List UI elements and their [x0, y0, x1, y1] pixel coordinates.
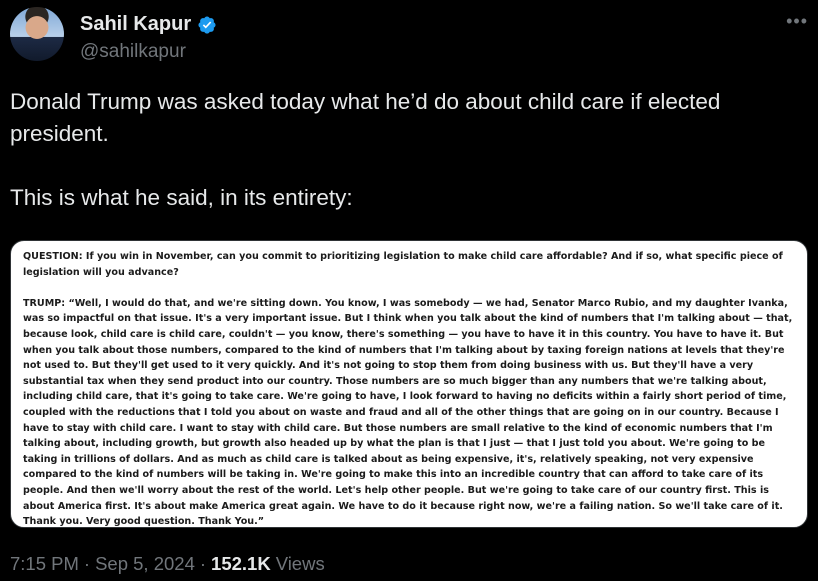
tweet-header: Sahil Kapur @sahilkapur •••: [10, 7, 810, 67]
tweet-text: Donald Trump was asked today what he’d d…: [10, 86, 810, 214]
tweet-footer: 7:15 PM · Sep 5, 2024 · 152.1K Views: [10, 553, 325, 575]
avatar[interactable]: [10, 7, 64, 61]
separator: ·: [199, 553, 207, 574]
more-horizontal-icon[interactable]: •••: [786, 11, 808, 32]
transcript-image[interactable]: QUESTION: If you win in November, can yo…: [10, 240, 808, 528]
transcript-answer: TRUMP: “Well, I would do that, and we're…: [23, 297, 793, 528]
views-count: 152.1K: [211, 553, 271, 574]
tweet-paragraph: This is what he said, in its entirety:: [10, 185, 353, 210]
author-handle[interactable]: @sahilkapur: [80, 41, 186, 63]
transcript-question: QUESTION: If you win in November, can yo…: [23, 251, 783, 278]
separator: ·: [83, 553, 91, 574]
tweet-time[interactable]: 7:15 PM: [10, 553, 79, 575]
verified-badge-icon: [198, 15, 216, 34]
views-label: Views: [275, 553, 325, 574]
tweet-date[interactable]: Sep 5, 2024: [95, 553, 195, 575]
author-name-row: Sahil Kapur: [80, 13, 217, 36]
tweet-paragraph: Donald Trump was asked today what he’d d…: [10, 89, 721, 146]
author-display-name[interactable]: Sahil Kapur: [80, 13, 191, 36]
